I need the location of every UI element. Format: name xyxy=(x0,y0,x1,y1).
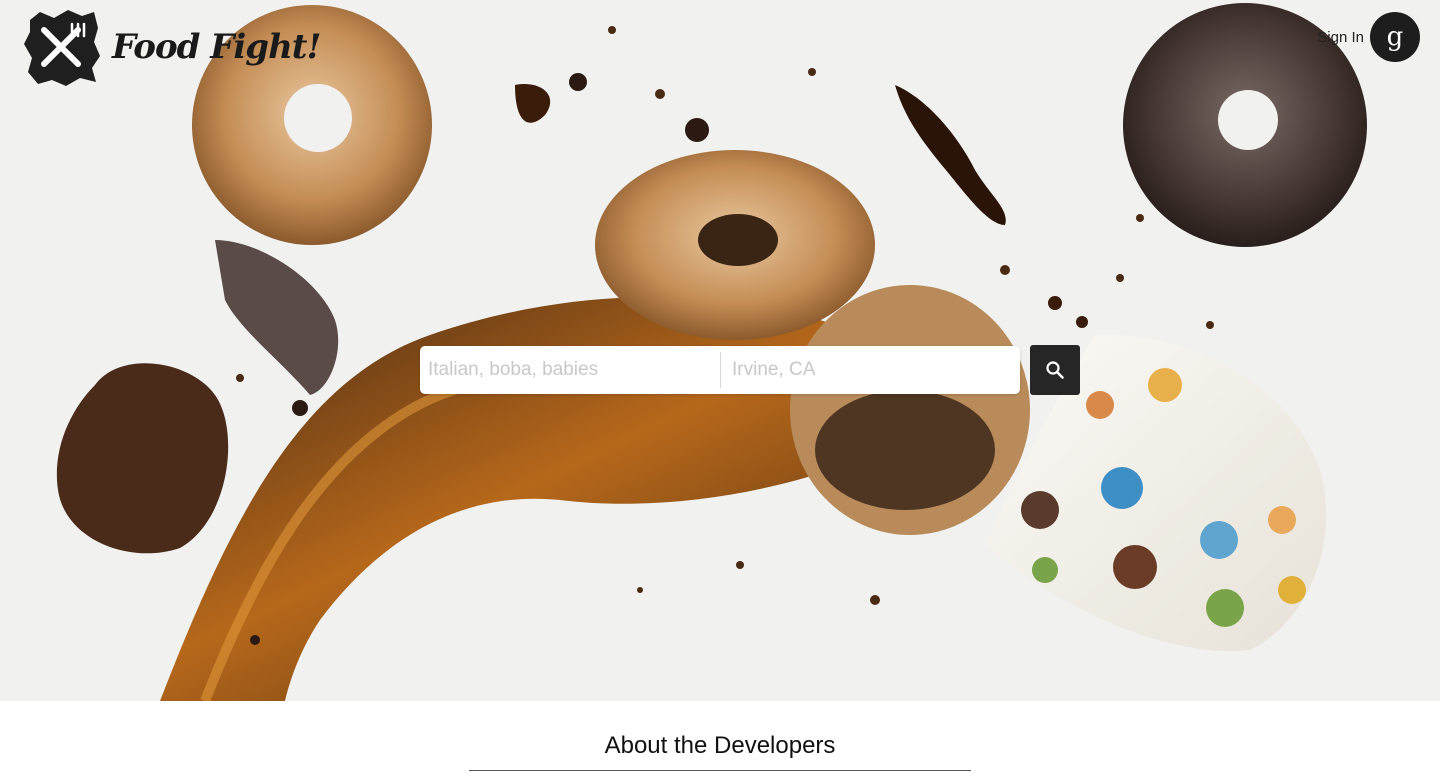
about-title: About the Developers xyxy=(604,732,836,759)
google-icon[interactable]: g xyxy=(1370,12,1420,62)
search-bar xyxy=(420,346,1020,394)
location-input[interactable] xyxy=(721,346,1019,394)
brand-name: Food Fight! xyxy=(112,27,321,67)
about-divider xyxy=(469,770,971,771)
search-icon xyxy=(1046,361,1064,379)
sign-in-button[interactable]: Sign In g xyxy=(1317,12,1420,62)
hero-section: Food Fight! Sign In g xyxy=(0,0,1440,701)
brand[interactable]: Food Fight! xyxy=(20,6,321,88)
google-glyph: g xyxy=(1386,22,1404,52)
search-term-input[interactable] xyxy=(420,346,720,394)
sign-in-label: Sign In xyxy=(1317,28,1364,46)
about-section: About the Developers xyxy=(0,701,1440,781)
crossed-fork-knife-icon xyxy=(24,10,100,86)
search-button[interactable] xyxy=(1030,345,1080,395)
